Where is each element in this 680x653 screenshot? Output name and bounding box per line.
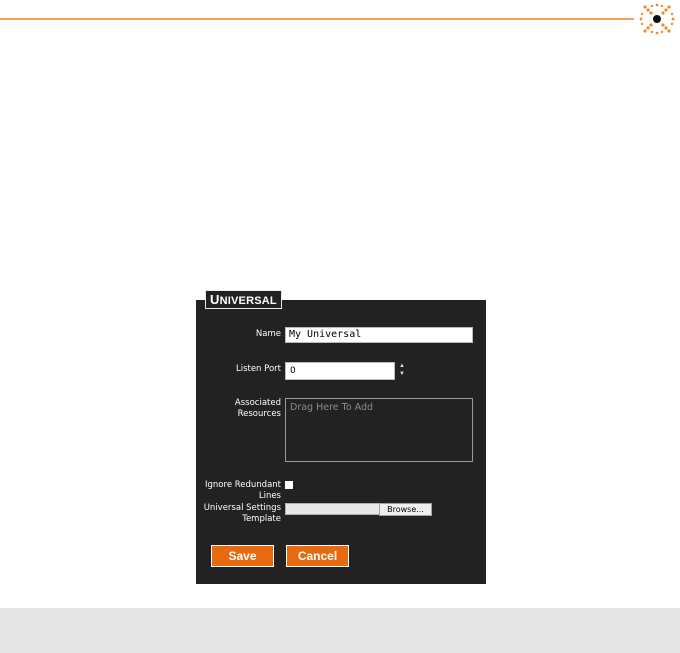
spin-down-icon[interactable]: ▼ bbox=[396, 370, 408, 378]
spin-up-icon[interactable]: ▲ bbox=[396, 362, 408, 370]
name-label: Name bbox=[255, 329, 281, 339]
ignore-redundant-checkbox[interactable] bbox=[285, 481, 293, 489]
associated-resources-dropzone[interactable]: Drag Here To Add bbox=[285, 398, 473, 462]
ignore-redundant-label: Ignore Redundant Lines bbox=[205, 480, 281, 501]
listen-port-label: Listen Port bbox=[235, 364, 281, 374]
panel-title: UNIVERSAL bbox=[205, 290, 282, 309]
header-divider bbox=[0, 18, 634, 20]
sunburst-logo-icon bbox=[639, 3, 675, 35]
listen-port-input[interactable]: 0 bbox=[285, 362, 395, 380]
template-label: Universal Settings Template bbox=[203, 503, 281, 524]
name-input[interactable]: My Universal bbox=[285, 327, 473, 343]
footer-bar bbox=[0, 608, 680, 653]
port-spinner[interactable]: ▲ ▼ bbox=[396, 362, 408, 380]
template-file-field[interactable] bbox=[285, 503, 380, 515]
cancel-button[interactable]: Cancel bbox=[286, 545, 349, 567]
save-button[interactable]: Save bbox=[211, 545, 274, 567]
browse-button[interactable]: Browse... bbox=[379, 503, 432, 516]
resources-label: Associated Resources bbox=[234, 398, 281, 419]
